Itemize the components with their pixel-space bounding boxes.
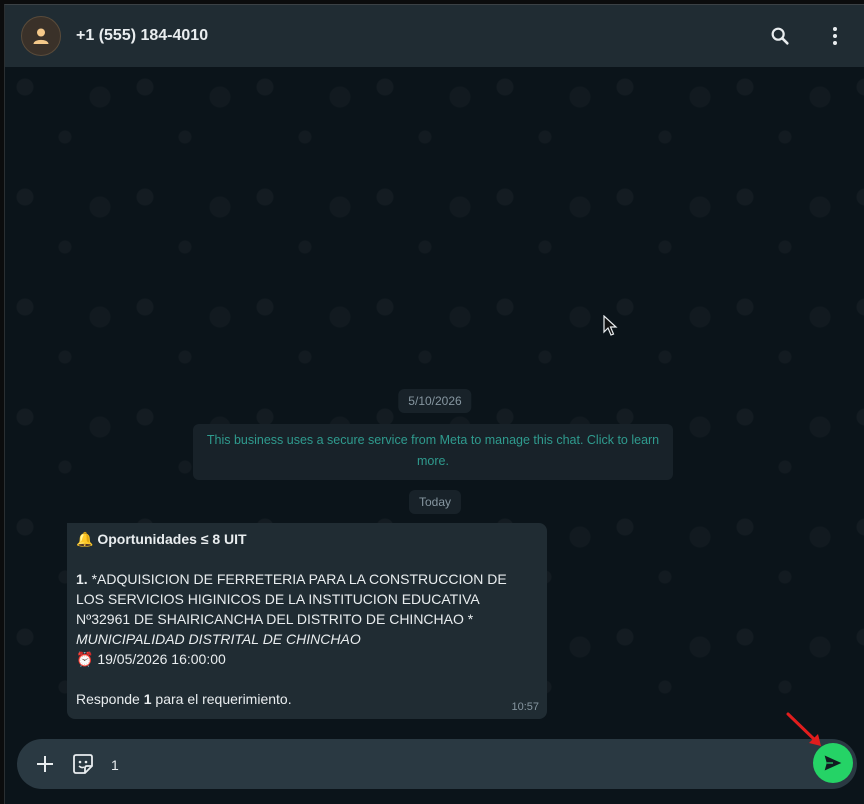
sticker-button[interactable] xyxy=(71,752,95,776)
message-entity: MUNICIPALIDAD DISTRITAL DE CHINCHAO xyxy=(76,631,361,647)
search-icon xyxy=(771,27,789,45)
avatar[interactable] xyxy=(21,16,61,56)
sticker-icon xyxy=(73,754,93,774)
send-icon xyxy=(824,755,842,771)
contact-name[interactable]: +1 (555) 184-4010 xyxy=(76,27,208,45)
message-item-line: 1. *ADQUISICION DE FERRETERIA PARA LA CO… xyxy=(76,571,507,587)
mouse-cursor-icon xyxy=(603,315,618,336)
message-item-line: Nº32961 DE SHAIRICANCHA DEL DISTRITO DE … xyxy=(76,611,474,627)
message-input[interactable] xyxy=(109,752,713,778)
date-separator-today: Today xyxy=(408,490,462,514)
more-vertical-icon xyxy=(833,27,837,45)
incoming-message: 🔔 Oportunidades ≤ 8 UIT 1. *ADQUISICION … xyxy=(67,523,547,719)
annotation-arrow-icon xyxy=(786,712,821,746)
message-item-line: LOS SERVICIOS HIGINICOS DE LA INSTITUCIO… xyxy=(76,591,480,607)
whatsapp-window: +1 (555) 184-4010 5/10/2026 This busines… xyxy=(4,4,864,804)
message-instruction: Responde 1 para el requerimiento. xyxy=(76,691,292,707)
plus-icon xyxy=(37,756,53,772)
message-deadline: ⏰ 19/05/2026 16:00:00 xyxy=(76,651,226,667)
chat-header: +1 (555) 184-4010 xyxy=(5,5,864,67)
attach-button[interactable] xyxy=(33,752,57,776)
search-button[interactable] xyxy=(768,24,792,48)
bell-icon: 🔔 xyxy=(76,531,94,547)
menu-button[interactable] xyxy=(823,24,847,48)
date-separator: 5/10/2026 xyxy=(398,389,472,413)
message-heading: 🔔 Oportunidades ≤ 8 UIT xyxy=(76,531,247,547)
alarm-clock-icon: ⏰ xyxy=(76,651,94,667)
user-icon xyxy=(33,28,49,44)
message-composer xyxy=(17,739,857,789)
message-time: 10:57 xyxy=(511,701,539,713)
chat-area[interactable]: 5/10/2026 This business uses a secure se… xyxy=(5,67,864,737)
encryption-notice[interactable]: This business uses a secure service from… xyxy=(193,424,673,480)
